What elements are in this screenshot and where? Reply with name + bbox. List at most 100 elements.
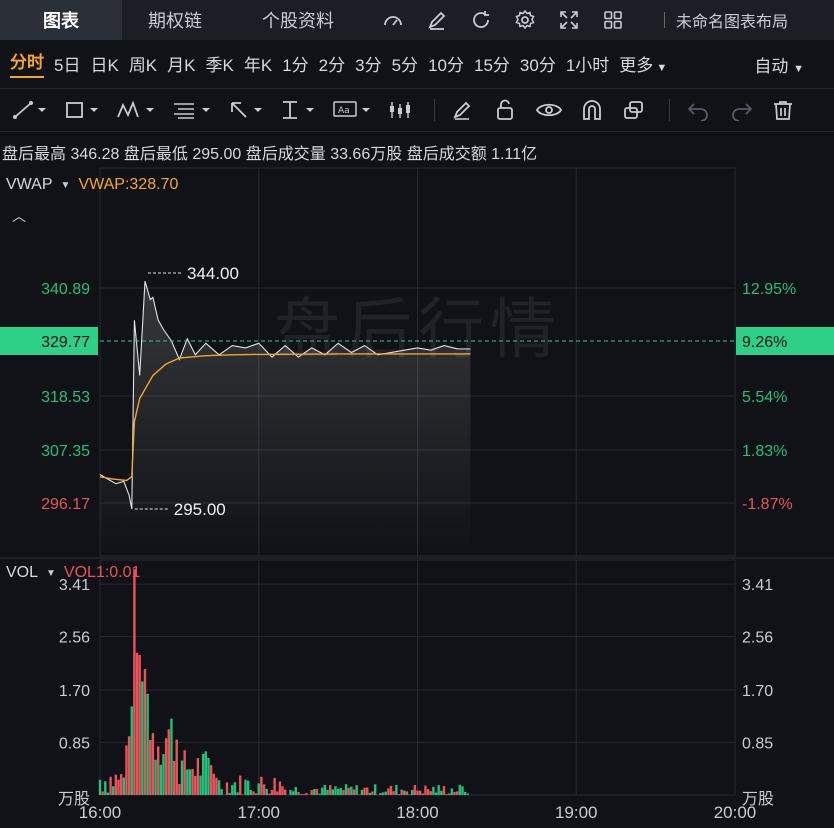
volume-bar: [217, 780, 221, 795]
volume-bar: [109, 776, 112, 795]
volume-bar: [400, 789, 403, 795]
y-tick-right: 1.83%: [742, 443, 787, 460]
volume-bar: [368, 792, 372, 795]
volume-bar: [434, 792, 438, 795]
volume-bar: [294, 787, 297, 795]
volume-bar: [328, 785, 332, 795]
volume-bar: [159, 764, 163, 795]
x-tick-label: 19:00: [555, 803, 598, 822]
vol-value: VOL1:0.01: [63, 564, 141, 581]
volume-bar: [426, 789, 430, 795]
volume-bar: [302, 794, 305, 795]
volume-bar: [413, 784, 417, 795]
volume-bar: [122, 777, 126, 795]
vwap-name[interactable]: VWAP: [6, 176, 53, 194]
volume-bar: [268, 793, 271, 795]
volume-bar: [157, 746, 160, 795]
vol-tick-right: 1.70: [742, 683, 773, 700]
volume-bar: [379, 792, 382, 795]
volume-bar: [244, 779, 247, 795]
volume-bar: [284, 789, 287, 795]
volume-bar: [125, 745, 128, 795]
volume-bar: [260, 776, 263, 795]
volume-bar: [392, 791, 395, 795]
volume-bar: [154, 759, 157, 795]
y-tick-left: 340.89: [41, 281, 90, 298]
volume-bar: [101, 791, 104, 795]
caret-down-icon[interactable]: ▼: [46, 568, 56, 579]
volume-bar: [318, 793, 321, 795]
volume-bar: [175, 739, 178, 795]
volume-bar: [278, 781, 282, 795]
volume-bar: [297, 792, 300, 795]
vwap-indicator-row: VWAP ▼ VWAP:328.70: [6, 176, 178, 194]
volume-bar: [336, 788, 340, 795]
volume-bar: [411, 789, 414, 795]
vwap-value: VWAP:328.70: [78, 176, 179, 193]
low-marker-label: 295.00: [174, 500, 226, 519]
volume-bar: [387, 788, 390, 795]
volume-bar: [220, 789, 223, 795]
volume-bar: [289, 789, 292, 795]
volume-bar: [395, 785, 398, 795]
volume-bar: [98, 779, 102, 795]
volume-bar: [130, 706, 133, 795]
volume-bar: [133, 569, 136, 795]
volume-bar: [178, 783, 181, 795]
volume-bar: [149, 739, 152, 795]
volume-bar: [397, 794, 401, 795]
volume-bar: [299, 794, 303, 795]
y-tick-left: 296.17: [41, 496, 90, 513]
volume-bar: [204, 751, 208, 795]
volume-bar: [408, 794, 411, 795]
volume-bar: [331, 789, 335, 795]
volume-bar: [416, 790, 419, 795]
volume-bar: [455, 791, 459, 795]
vol-indicator-row: VOL ▼ VOL1:0.01: [6, 564, 140, 582]
volume-bar: [252, 791, 255, 795]
volume-bar: [350, 786, 353, 795]
collapse-chevron-icon[interactable]: ︿: [12, 206, 26, 226]
volume-bar: [265, 788, 268, 795]
volume-bar: [119, 774, 123, 795]
vol-tick-left: 0.85: [59, 735, 90, 752]
volume-bar: [135, 652, 139, 795]
vol-name[interactable]: VOL: [6, 564, 38, 582]
caret-down-icon[interactable]: ▼: [61, 180, 71, 191]
current-price-text: 329.77: [41, 334, 90, 351]
price-volume-chart: 16:00 17:00 18:00 19:00 20:00340.89 12.95%318…: [0, 167, 834, 822]
volume-bar: [117, 779, 120, 795]
volume-bar: [360, 789, 364, 795]
vol-tick-right: 0.85: [742, 735, 773, 752]
y-tick-right: 12.95%: [742, 281, 796, 298]
volume-bar: [403, 790, 406, 795]
volume-bar: [358, 794, 361, 795]
volume-bar: [254, 793, 258, 795]
vol-tick-right: 3.41: [742, 577, 773, 594]
vol-tick-right: 2.56: [742, 630, 773, 647]
volume-bar: [141, 681, 144, 795]
volume-bar: [114, 774, 118, 795]
volume-bar: [458, 784, 462, 795]
volume-bar: [194, 775, 197, 795]
volume-bar: [241, 794, 245, 795]
volume-bar: [305, 792, 308, 795]
volume-bar: [146, 693, 149, 795]
volume-bar: [191, 768, 194, 795]
volume-bar: [442, 786, 446, 795]
volume-bar: [127, 736, 131, 795]
volume-bar: [347, 787, 350, 795]
volume-bar: [239, 775, 242, 795]
y-tick-right: 5.54%: [742, 389, 787, 406]
volume-bar: [209, 765, 213, 795]
volume-bar: [310, 790, 313, 795]
volume-bar: [326, 789, 329, 795]
volume-bar: [405, 791, 409, 795]
x-tick-label: 18:00: [396, 803, 439, 822]
volume-bar: [429, 791, 432, 795]
volume-bar: [151, 733, 155, 795]
volume-bar: [381, 792, 385, 795]
volume-bar: [212, 773, 215, 795]
vol-tick-left: 2.56: [59, 630, 90, 647]
volume-bar: [384, 791, 387, 795]
